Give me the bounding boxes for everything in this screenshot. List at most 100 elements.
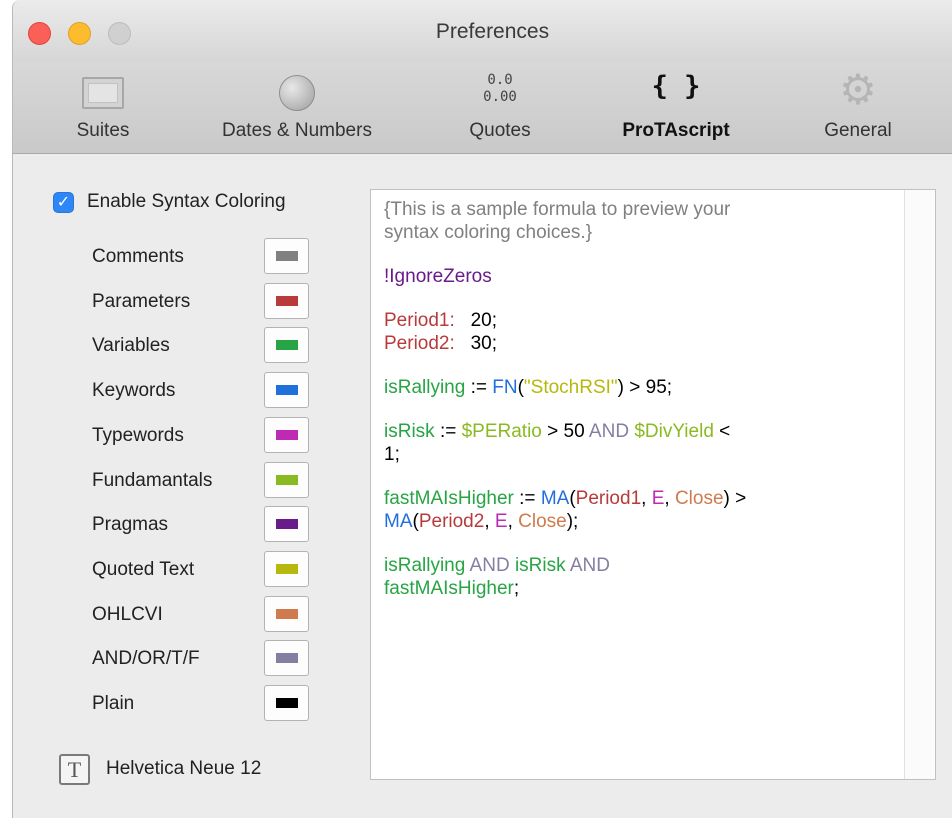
- color-well[interactable]: [264, 461, 309, 498]
- quotes-icon: 0.0 0.00: [483, 72, 517, 106]
- syntax-color-label: Comments: [92, 246, 184, 267]
- code-token: :=: [465, 377, 493, 398]
- code-line: !IgnoreZeros: [384, 265, 884, 288]
- code-line: Period1: 20;: [384, 309, 884, 332]
- preferences-window: Preferences Suites Dates & Numbers 0.0 0…: [12, 0, 952, 818]
- enable-syntax-coloring-checkbox[interactable]: ✓: [53, 191, 74, 213]
- toolbar-tab-general[interactable]: ⚙ General: [803, 62, 913, 154]
- gear-icon: ⚙: [839, 66, 877, 113]
- code-token: "StochRSI": [523, 377, 618, 398]
- toolbar-tab-quotes[interactable]: 0.0 0.00 Quotes: [445, 62, 555, 154]
- color-well[interactable]: [264, 640, 309, 677]
- toolbar-tab-suites[interactable]: Suites: [53, 62, 153, 154]
- color-well[interactable]: [264, 685, 309, 721]
- suites-icon: [82, 77, 124, 109]
- code-paragraph: isRallying := FN("StochRSI") > 95;: [384, 376, 884, 399]
- preview-code: {This is a sample formula to preview you…: [384, 198, 884, 621]
- toolbar-tab-protascript[interactable]: { } ProTAscript: [601, 62, 751, 154]
- color-well[interactable]: [264, 282, 309, 319]
- font-icon[interactable]: T: [59, 753, 90, 785]
- quotes-icon-line: 0.0: [487, 72, 513, 88]
- syntax-color-row: Plain: [92, 681, 342, 725]
- code-token: syntax coloring choices.}: [384, 222, 593, 243]
- syntax-color-label: Plain: [92, 693, 135, 714]
- color-well[interactable]: [264, 327, 309, 364]
- syntax-color-label: Fundamantals: [92, 469, 213, 491]
- syntax-color-row: Keywords: [92, 368, 342, 412]
- code-token: > 50: [541, 421, 589, 442]
- code-line: {This is a sample formula to preview you…: [384, 198, 884, 221]
- color-swatch: [276, 563, 298, 574]
- toolbar-tab-dates-numbers[interactable]: Dates & Numbers: [193, 62, 401, 154]
- code-paragraph: fastMAIsHigher := MA(Period1, E, Close) …: [384, 487, 884, 533]
- braces-icon: { }: [651, 71, 701, 102]
- code-token: ,: [664, 488, 675, 509]
- syntax-color-label: Variables: [92, 335, 170, 357]
- syntax-color-label: Typewords: [92, 424, 184, 446]
- color-well[interactable]: [264, 416, 309, 453]
- code-token: fastMAIsHigher: [384, 578, 514, 599]
- code-token: ,: [641, 488, 652, 509]
- code-token: Close: [518, 511, 567, 532]
- syntax-color-row: Fundamantals: [92, 458, 342, 502]
- color-swatch: [276, 340, 298, 351]
- preview-scroll-column[interactable]: [904, 190, 935, 779]
- code-token: {This is a sample formula to preview you…: [384, 199, 731, 220]
- font-selector[interactable]: T Helvetica Neue 12: [59, 751, 261, 787]
- code-token: 20;: [454, 310, 498, 331]
- code-paragraph: Period1: 20; Period2: 30;: [384, 309, 884, 355]
- enable-syntax-coloring-row: ✓ Enable Syntax Coloring: [53, 189, 286, 215]
- color-swatch: [276, 429, 298, 440]
- code-token: 1;: [384, 444, 400, 465]
- syntax-preview-pane[interactable]: {This is a sample formula to preview you…: [370, 189, 936, 780]
- code-paragraph: isRisk := $PERatio > 50 AND $DivYield <1…: [384, 420, 884, 466]
- code-token: E: [651, 488, 665, 509]
- code-token: ,: [484, 511, 495, 532]
- color-swatch: [276, 519, 298, 530]
- window-title: Preferences: [435, 20, 550, 43]
- title-bar[interactable]: Preferences: [13, 0, 952, 62]
- code-token: isRallying: [384, 555, 466, 576]
- code-line: Period2: 30;: [384, 332, 884, 355]
- toolbar-tab-label: General: [824, 120, 892, 141]
- code-paragraph: isRallying AND isRisk AND fastMAIsHigher;: [384, 554, 884, 600]
- code-paragraph: {This is a sample formula to preview you…: [384, 198, 884, 244]
- code-line: fastMAIsHigher;: [384, 577, 884, 600]
- toolbar-tab-label: Suites: [76, 120, 130, 141]
- code-token: E: [494, 511, 508, 532]
- code-token: $DivYield: [634, 421, 714, 442]
- syntax-color-label: Keywords: [92, 380, 176, 402]
- color-swatch: [276, 698, 298, 708]
- code-token: Close: [674, 488, 724, 509]
- color-well[interactable]: [264, 372, 309, 409]
- toolbar-tab-label: Dates & Numbers: [222, 120, 372, 141]
- code-token: isRisk: [384, 421, 435, 442]
- code-token: FN: [492, 377, 518, 398]
- enable-syntax-coloring-label[interactable]: Enable Syntax Coloring: [87, 191, 286, 213]
- code-line: 1;: [384, 443, 884, 466]
- color-swatch: [276, 608, 298, 619]
- code-token: $PERatio: [461, 421, 542, 442]
- syntax-color-row: AND/OR/T/F: [92, 636, 342, 680]
- code-token: :=: [513, 488, 541, 509]
- code-token: AND: [569, 555, 610, 576]
- code-token: :=: [434, 421, 462, 442]
- syntax-color-label: OHLCVI: [92, 603, 163, 625]
- code-token: 30;: [454, 333, 498, 354]
- code-line: isRallying := FN("StochRSI") > 95;: [384, 376, 884, 399]
- color-well[interactable]: [264, 238, 309, 274]
- preferences-toolbar: Suites Dates & Numbers 0.0 0.00 Quotes {…: [13, 62, 952, 154]
- code-token: ,: [507, 511, 519, 532]
- color-well[interactable]: [264, 550, 309, 587]
- color-well[interactable]: [264, 506, 309, 543]
- code-token: Period1:: [384, 310, 455, 331]
- syntax-color-label: Parameters: [92, 290, 191, 312]
- code-line: isRisk := $PERatio > 50 AND $DivYield <: [384, 420, 884, 443]
- syntax-color-row: Variables: [92, 323, 342, 367]
- code-line: MA(Period2, E, Close);: [384, 510, 884, 533]
- color-well[interactable]: [264, 595, 309, 632]
- code-token: AND: [469, 555, 510, 576]
- code-token: MA: [540, 488, 570, 509]
- toolbar-tab-label: ProTAscript: [622, 120, 730, 141]
- syntax-color-label: AND/OR/T/F: [92, 648, 200, 670]
